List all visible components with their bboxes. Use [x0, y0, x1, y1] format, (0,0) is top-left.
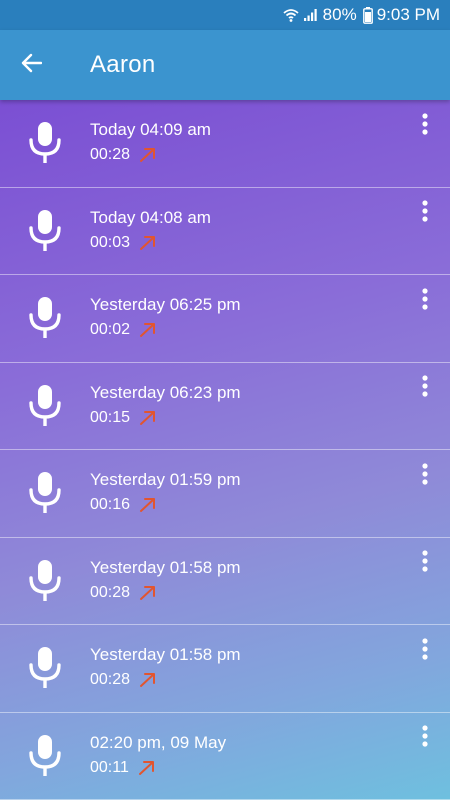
- recording-date: Yesterday 06:23 pm: [90, 382, 241, 402]
- recording-date: 02:20 pm, 09 May: [90, 732, 227, 752]
- app-bar: Aaron: [0, 30, 450, 100]
- recording-duration: 00:28: [90, 583, 131, 601]
- outgoing-call-arrow-icon: [139, 672, 157, 688]
- more-vertical-icon: [422, 637, 428, 665]
- recording-duration: 00:11: [90, 758, 129, 776]
- arrow-left-icon: [20, 52, 43, 79]
- recording-date: Yesterday 01:58 pm: [90, 557, 241, 577]
- recording-duration: 00:15: [90, 408, 131, 426]
- recording-duration: 00:02: [90, 321, 131, 339]
- more-vertical-icon: [422, 112, 428, 140]
- recording-row[interactable]: Yesterday 01:58 pm 00:28: [0, 537, 450, 625]
- microphone-icon: [0, 100, 90, 187]
- recording-row[interactable]: Yesterday 06:25 pm 00:02: [0, 275, 450, 363]
- microphone-icon: [0, 362, 90, 450]
- more-options-button[interactable]: [412, 725, 438, 753]
- microphone-icon: [0, 712, 90, 800]
- signal-icon: [303, 8, 319, 22]
- more-options-button[interactable]: [412, 112, 438, 140]
- microphone-icon: [0, 625, 90, 713]
- outgoing-call-arrow-icon: [139, 497, 157, 513]
- more-vertical-icon: [422, 725, 428, 752]
- more-vertical-icon: [422, 287, 428, 315]
- more-options-button[interactable]: [412, 637, 438, 665]
- outgoing-call-arrow-icon: [139, 235, 157, 251]
- recording-row[interactable]: Yesterday 01:58 pm 00:28: [0, 625, 450, 713]
- page-title: Aaron: [90, 51, 156, 78]
- recording-date: Yesterday 01:58 pm: [90, 645, 241, 665]
- outgoing-call-arrow-icon: [139, 585, 157, 601]
- outgoing-call-arrow-icon: [138, 760, 156, 776]
- recording-duration: 00:28: [90, 146, 131, 164]
- more-options-button[interactable]: [412, 550, 438, 578]
- recording-date: Today 04:08 am: [90, 207, 211, 227]
- back-button[interactable]: [0, 30, 62, 100]
- recording-row[interactable]: Yesterday 06:23 pm 00:15: [0, 362, 450, 450]
- outgoing-call-arrow-icon: [139, 322, 157, 338]
- outgoing-call-arrow-icon: [139, 147, 157, 163]
- recording-duration: 00:28: [90, 671, 131, 689]
- more-vertical-icon: [422, 462, 428, 490]
- more-options-button[interactable]: [412, 200, 438, 228]
- recording-date: Today 04:09 am: [90, 120, 211, 140]
- microphone-icon: [0, 275, 90, 363]
- more-vertical-icon: [422, 550, 428, 577]
- microphone-icon: [0, 450, 90, 538]
- recording-row[interactable]: Yesterday 01:59 pm 00:16: [0, 450, 450, 538]
- recording-row[interactable]: Today 04:09 am 00:28: [0, 100, 450, 188]
- outgoing-call-arrow-icon: [139, 410, 157, 426]
- battery-percent: 80%: [322, 5, 357, 24]
- recording-date: Yesterday 06:25 pm: [90, 295, 241, 315]
- more-vertical-icon: [422, 375, 428, 402]
- microphone-icon: [0, 537, 90, 625]
- more-options-button[interactable]: [412, 287, 438, 315]
- microphone-icon: [0, 187, 90, 275]
- wifi-icon: [283, 7, 299, 23]
- recording-date: Yesterday 01:59 pm: [90, 470, 241, 490]
- more-vertical-icon: [422, 200, 428, 227]
- status-bar: 80% 9:03 PM: [0, 0, 450, 30]
- more-options-button[interactable]: [412, 375, 438, 403]
- battery-icon: [362, 6, 373, 24]
- recording-list: Today 04:09 am 00:28 Today 04:08 am 00:0…: [0, 100, 450, 800]
- recording-row[interactable]: Today 04:08 am 00:03: [0, 187, 450, 275]
- recording-duration: 00:16: [90, 496, 131, 514]
- more-options-button[interactable]: [412, 462, 438, 490]
- recording-duration: 00:03: [90, 233, 131, 251]
- recording-row[interactable]: 02:20 pm, 09 May 00:11: [0, 713, 450, 800]
- status-time: 9:03 PM: [376, 5, 440, 24]
